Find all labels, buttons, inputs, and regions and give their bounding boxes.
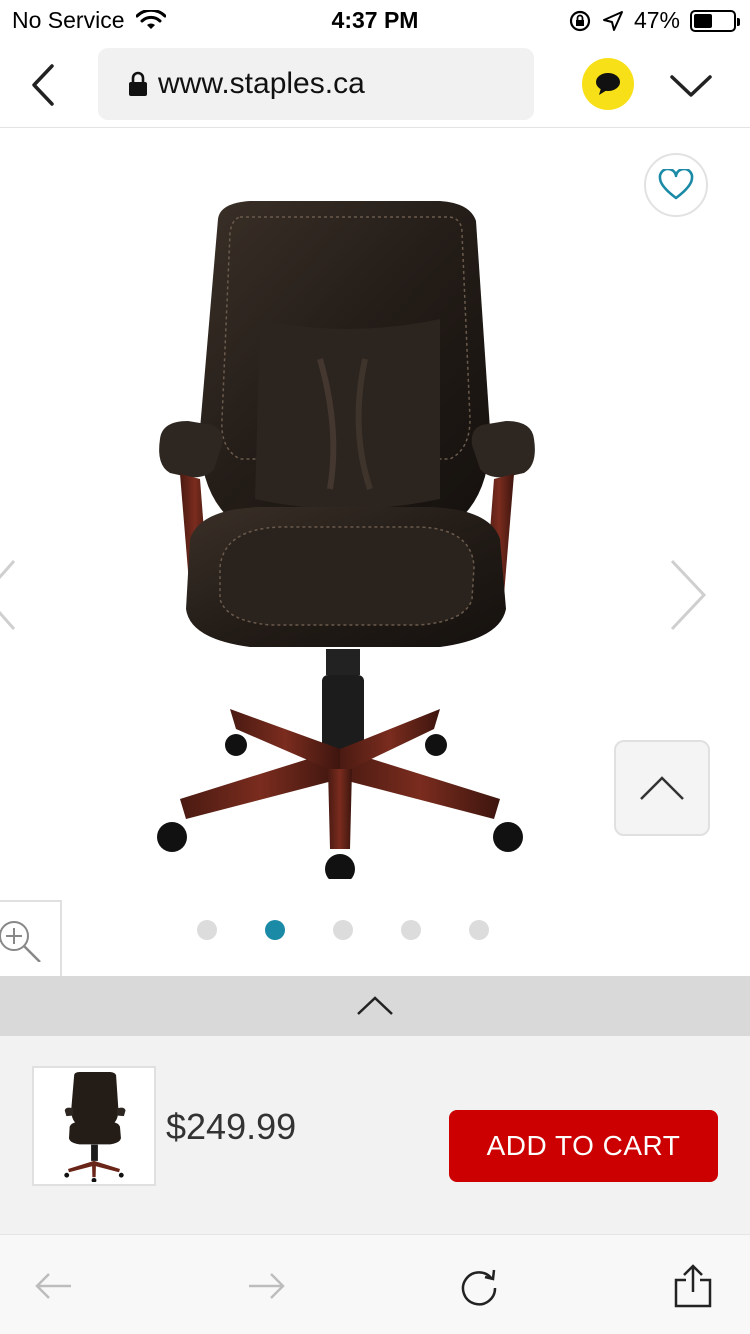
chevron-right-icon: [670, 559, 707, 631]
pagination-dot[interactable]: [197, 920, 217, 940]
arrow-left-icon: [35, 1273, 71, 1299]
rotation-lock-icon: [569, 10, 591, 31]
battery-icon: [690, 9, 740, 32]
pagination-dot[interactable]: [333, 920, 353, 940]
heart-icon: [658, 169, 694, 200]
url-text: www.staples.ca: [158, 67, 365, 100]
lock-icon: [129, 71, 147, 96]
chevron-down-icon: [670, 75, 712, 97]
chat-bubble-icon: [596, 73, 620, 95]
pagination-dot[interactable]: [469, 920, 489, 940]
arrow-right-icon: [249, 1273, 285, 1299]
wishlist-button[interactable]: [644, 153, 708, 217]
share-button[interactable]: [670, 1263, 716, 1309]
chat-button[interactable]: [582, 58, 634, 110]
chevron-left-icon: [32, 64, 54, 106]
product-summary-bar: $249.99 ADD TO CART: [0, 1036, 750, 1234]
product-image-gallery[interactable]: [0, 129, 750, 976]
product-thumbnail-image: [64, 1071, 126, 1182]
product-thumbnail: [32, 1066, 156, 1186]
status-right: 47%: [568, 7, 740, 34]
chevron-up-icon: [357, 996, 393, 1015]
share-icon: [674, 1264, 712, 1308]
add-to-cart-button[interactable]: ADD TO CART: [449, 1110, 718, 1182]
browser-back-button[interactable]: [22, 60, 66, 110]
reload-icon: [461, 1269, 497, 1306]
menu-dropdown-button[interactable]: [668, 66, 714, 106]
chevron-up-icon: [640, 776, 684, 800]
pagination-dot[interactable]: [401, 920, 421, 940]
expand-details-bar[interactable]: [0, 976, 750, 1036]
gallery-pagination: [0, 920, 750, 942]
chevron-left-icon: [0, 560, 16, 630]
status-bar: No Service 4:37 PM 47%: [0, 0, 750, 42]
browser-forward-button[interactable]: [244, 1263, 290, 1309]
location-arrow-icon: [602, 10, 623, 31]
browser-back-nav-button[interactable]: [30, 1263, 76, 1309]
next-image-button[interactable]: [666, 559, 710, 631]
browser-bar: www.staples.ca: [0, 42, 750, 128]
address-bar[interactable]: www.staples.ca: [98, 48, 534, 120]
battery-fill: [694, 13, 712, 28]
pagination-dot-active[interactable]: [265, 920, 285, 940]
reload-button[interactable]: [456, 1263, 502, 1309]
scroll-to-top-button[interactable]: [614, 740, 710, 836]
battery-percent: 47%: [633, 7, 680, 33]
product-price: $249.99: [166, 1106, 297, 1147]
previous-image-button[interactable]: [0, 559, 20, 631]
browser-toolbar: [0, 1234, 750, 1334]
product-image: [157, 201, 535, 879]
